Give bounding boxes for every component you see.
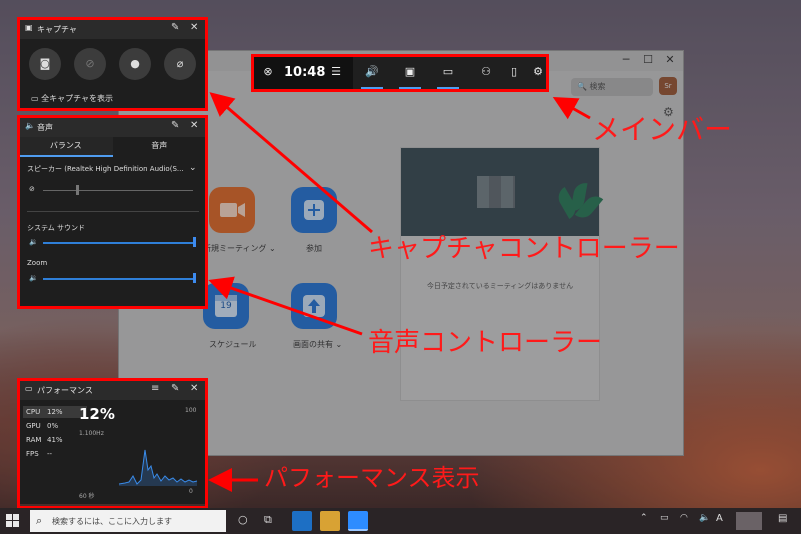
main-bar-arrow	[552, 97, 591, 120]
zoom-taskbar-icon[interactable]	[348, 511, 368, 531]
taskbar: ⌕ 検索するには、ここに入力します ○ ⧉ ⌃ ▭ ◠ 🔈 A ▤	[0, 508, 801, 534]
audio-annotation: 音声コントローラー	[368, 328, 603, 358]
taskbar-search-placeholder: 検索するには、ここに入力します	[52, 517, 172, 526]
show-hidden-icons[interactable]: ⌃	[640, 513, 648, 523]
wifi-icon[interactable]: ◠	[680, 513, 688, 523]
main-bar-annotation: メインバー	[592, 113, 733, 146]
search-icon: ⌕	[36, 514, 43, 527]
audio-arrow	[208, 276, 363, 336]
task-view-icon[interactable]: ⧉	[264, 513, 272, 527]
cortana-icon[interactable]: ○	[238, 513, 248, 526]
annotation-arrows	[208, 92, 591, 492]
ime-indicator[interactable]: A	[716, 513, 723, 524]
capture-arrow	[209, 92, 373, 234]
taskbar-search-input[interactable]: ⌕ 検索するには、ここに入力します	[30, 510, 226, 532]
volume-icon[interactable]: 🔈	[699, 513, 710, 523]
clock-area-pixelated[interactable]	[736, 512, 762, 530]
windows-start-icon[interactable]	[6, 514, 20, 528]
battery-icon[interactable]: ▭	[660, 513, 669, 523]
capture-annotation: キャプチャコントローラー	[368, 234, 680, 264]
file-explorer-icon[interactable]	[320, 511, 340, 531]
performance-annotation: パフォーマンス表示	[264, 464, 480, 492]
edge-icon[interactable]	[292, 511, 312, 531]
notification-icon[interactable]: ▤	[778, 513, 787, 524]
